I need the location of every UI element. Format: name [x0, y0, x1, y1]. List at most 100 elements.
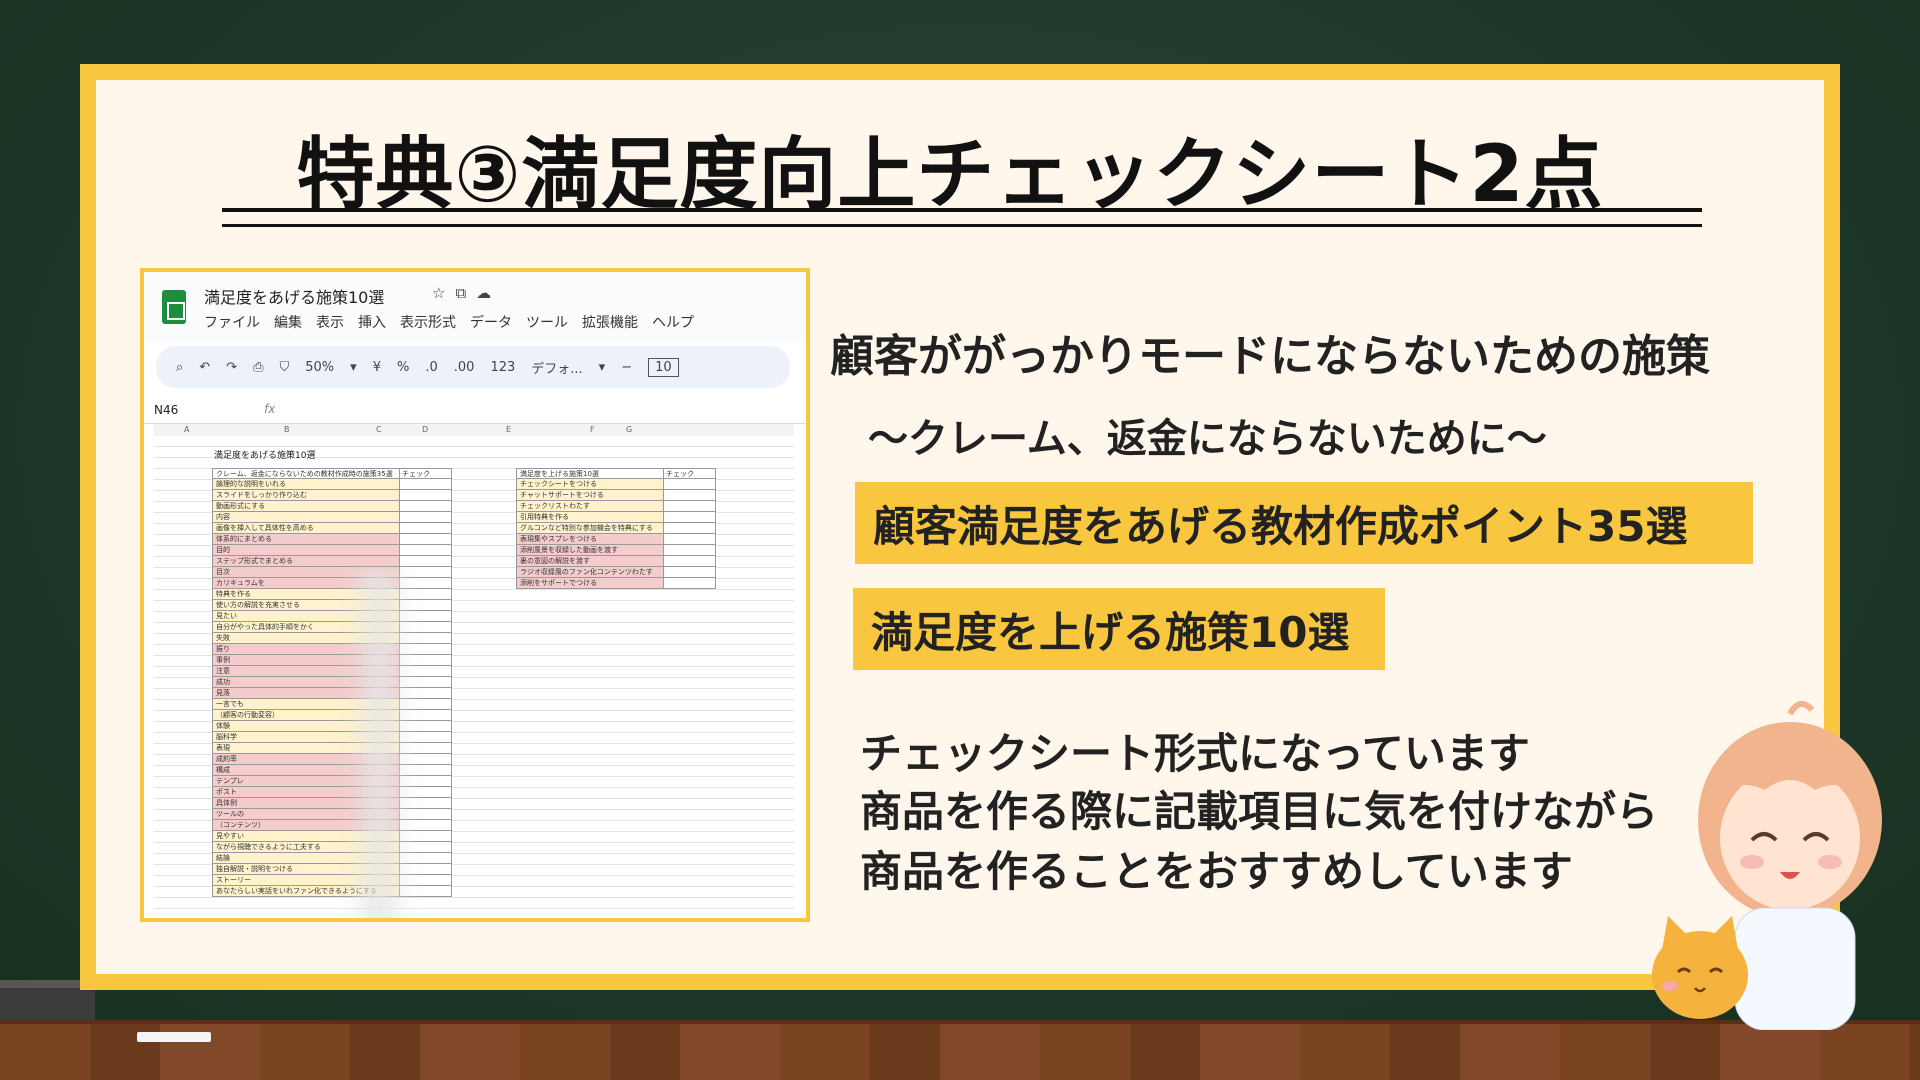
highlight-label-35: 顧客満足度をあげる教材作成ポイント35選: [873, 501, 1688, 551]
ahoge: [1787, 701, 1815, 716]
menu-item: ヘルプ: [652, 315, 694, 331]
sheet-toolbar: ⌕ ↶ ↷ ⎙ ⛉ 50% ▾ ¥ % .0 .00 123 デフォ... ▾ …: [156, 346, 790, 388]
highlight-box-35: 顧客満足度をあげる教材作成ポイント35選: [855, 482, 1753, 564]
paint-format-icon: ⛉: [279, 359, 290, 375]
menu-item: データ: [470, 315, 512, 331]
sheet-title-cell: 満足度をあげる施策10選: [214, 451, 316, 461]
table-row: カリキュラムを: [212, 578, 452, 589]
table-row: 見たい: [212, 611, 452, 622]
column-headers: A B C D E F G: [154, 424, 794, 436]
item-cell: チェックシートをつける: [517, 479, 663, 489]
table-row: チェックシートをつける: [516, 479, 716, 490]
column-header: G: [626, 425, 633, 434]
table-row: 添削をサポートでつける: [516, 578, 716, 589]
body-line-2: 商品を作る際に記載項目に気を付けながら: [860, 787, 1659, 836]
check-cell: [399, 523, 451, 533]
undo-icon: ↶: [199, 359, 211, 375]
left-blush: [1740, 855, 1764, 869]
menu-item: 拡張機能: [582, 315, 638, 331]
sheets-logo-icon: [162, 290, 186, 324]
blurred-region: [344, 572, 414, 918]
folder-icon: ⧉: [455, 284, 477, 302]
search-icon: ⌕: [176, 359, 184, 375]
table-row: （顧客の行動変容）: [212, 710, 452, 721]
table-row: 成功: [212, 677, 452, 688]
font-size-box: 10: [648, 357, 679, 377]
menu-item: 編集: [274, 315, 302, 331]
menu-item: 挿入: [358, 315, 386, 331]
table-row: テンプレ: [212, 776, 452, 787]
highlight-label-10: 満足度を上げる施策10選: [871, 607, 1350, 657]
item-cell: ステップ形式でまとめる: [213, 556, 399, 566]
item-cell: 画像を挿入して具体性を高める: [213, 523, 399, 533]
currency-format: ¥: [372, 359, 381, 375]
formula-bar: N46 fx: [144, 398, 806, 424]
column-header: F: [590, 425, 595, 434]
table-row: 内容: [212, 512, 452, 523]
chevron-down-icon: ▾: [350, 359, 357, 375]
check-cell: [663, 479, 715, 489]
header-cell: 満足度を上げる施策10選: [520, 470, 599, 478]
girl-with-cat-illustration: [1652, 701, 1882, 1030]
table-row: 画像を挿入して具体性を高める: [212, 523, 452, 534]
table-row: 添削風景を収録した動画を渡す: [516, 545, 716, 556]
item-cell: 引用特典を作る: [517, 512, 663, 522]
table-row: 動画形式にする: [212, 501, 452, 512]
item-cell: チャットサポートをつける: [517, 490, 663, 500]
table-row: 使い方の解説を充実させる: [212, 600, 452, 611]
menu-item: ファイル: [204, 315, 260, 331]
title-underline-thin: [222, 224, 1702, 227]
zoom-select: 50%: [305, 359, 335, 375]
redo-icon: ↷: [226, 359, 238, 375]
table-10: 満足度を上げる施策10選 チェック チェックシートをつける チャットサポートをつけるチ…: [516, 468, 716, 589]
header-icons: ☆⧉☁: [432, 284, 501, 302]
face: [1720, 766, 1860, 910]
table-row: 体系的にまとめる: [212, 534, 452, 545]
check-cell: [663, 490, 715, 500]
increase-decimal: .00: [453, 359, 475, 375]
table-row: 独自解説・説明をつける: [212, 864, 452, 875]
check-cell: [399, 512, 451, 522]
font-select: デフォ...: [531, 361, 583, 377]
check-cell: [663, 512, 715, 522]
menu-item: 表示形式: [400, 315, 456, 331]
column-header: E: [506, 425, 512, 434]
table-row: 注意: [212, 666, 452, 677]
check-header-cell: チェック: [663, 469, 715, 478]
font-size-minus: −: [621, 359, 633, 375]
table-row: 裏の意図の解説を渡す: [516, 556, 716, 567]
table-row: 脳科学: [212, 732, 452, 743]
table-row: あなたらしい実話をいれファン化できるようにする: [212, 886, 452, 897]
chalk-stick: [137, 1032, 211, 1042]
table-row: 具体例: [212, 798, 452, 809]
menu-item: 表示: [316, 315, 344, 331]
table-row: 目次: [212, 567, 452, 578]
check-cell: [663, 523, 715, 533]
check-cell: [399, 501, 451, 511]
table-row: 構成: [212, 765, 452, 776]
item-cell: 論理的な説明をいれる: [213, 479, 399, 489]
column-header: D: [422, 425, 429, 434]
table-header-row: 満足度を上げる施策10選 チェック: [516, 468, 716, 479]
sheet-header: 満足度をあげる施策10選 ☆⧉☁ ファイル 編集 表示 挿入 表示形式 データ ツール 拡張機…: [144, 272, 806, 342]
item-cell: 体系的にまとめる: [213, 534, 399, 544]
section-heading: 顧客ががっかりモードにならないための施策: [830, 331, 1710, 382]
table-row: チェックリストわたす: [516, 501, 716, 512]
name-box: N46: [154, 403, 179, 417]
spreadsheet-screenshot: 満足度をあげる施策10選 ☆⧉☁ ファイル 編集 表示 挿入 表示形式 データ ツール 拡張機…: [140, 268, 810, 922]
check-cell: [399, 534, 451, 544]
section-subheading: 〜クレーム、返金にならないために〜: [868, 416, 1547, 462]
check-cell: [399, 490, 451, 500]
shirt: [1734, 907, 1856, 1030]
right-blush: [1818, 855, 1842, 869]
table-row: 一言でも: [212, 699, 452, 710]
check-cell: [399, 479, 451, 489]
item-cell: 添削風景を収録した動画を渡す: [517, 545, 663, 555]
star-icon: ☆: [432, 284, 456, 302]
percent-format: %: [396, 359, 410, 375]
check-cell: [663, 567, 715, 577]
table-row: 論理的な説明をいれる: [212, 479, 452, 490]
table-row: 表現集やスプレをつける: [516, 534, 716, 545]
table-row: 体験: [212, 721, 452, 732]
table-row: ポスト: [212, 787, 452, 798]
